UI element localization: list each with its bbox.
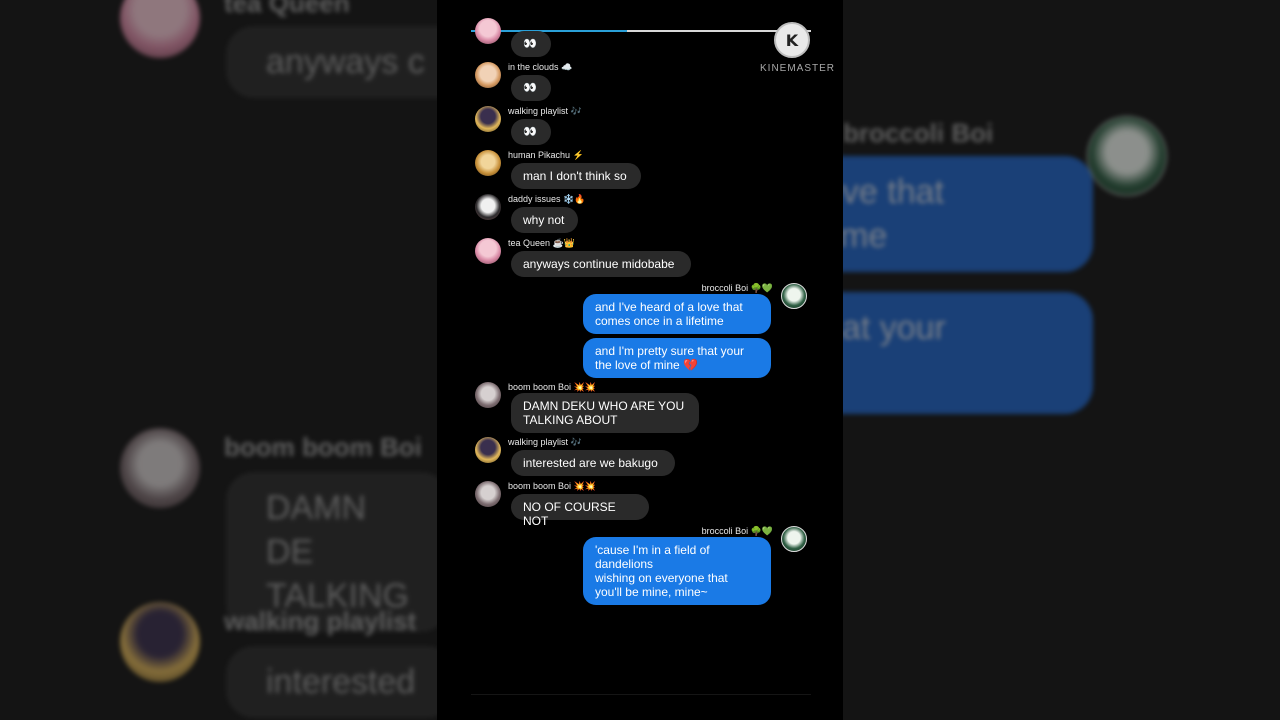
background-avatar xyxy=(120,428,200,508)
avatar xyxy=(475,437,501,463)
message-bubble: man I don't think so xyxy=(511,163,641,189)
background-bubble: interested xyxy=(226,646,437,718)
message-bubble: anyways continue midobabe xyxy=(511,251,691,277)
username: broccoli Boi 🌳💚 xyxy=(701,283,773,293)
avatar xyxy=(475,382,501,408)
message-bubble: and I've heard of a love that comes once… xyxy=(583,294,771,334)
avatar xyxy=(475,62,501,88)
username: walking playlist 🎶 xyxy=(508,437,582,447)
background-username: boom boom Boi xyxy=(224,432,422,462)
background-bubble: anyways c xyxy=(226,26,437,98)
username: tea Queen ☕👑 xyxy=(508,238,575,248)
background-avatar xyxy=(120,602,200,682)
kinemaster-watermark: KINEMASTER xyxy=(760,63,836,74)
message-bubble: why not xyxy=(511,207,578,233)
username: daddy issues ❄️🔥 xyxy=(508,194,586,204)
background-bubble: hat your xyxy=(843,292,1093,414)
background-bubble: ove that time xyxy=(843,156,1093,272)
message-bubble: 👀 xyxy=(511,119,551,145)
message-bubble: interested are we bakugo xyxy=(511,450,675,476)
avatar xyxy=(475,194,501,220)
avatar xyxy=(475,18,501,44)
username: boom boom Boi 💥💥 xyxy=(508,382,596,392)
avatar xyxy=(475,106,501,132)
avatar xyxy=(475,150,501,176)
background-username: broccoli Boi xyxy=(843,118,994,148)
chat-screen: K KINEMASTER 👀 in the clouds ☁️ 👀 walkin… xyxy=(437,0,843,720)
blurred-background-right: broccoli Boi ove that time hat your xyxy=(843,0,1280,720)
kinemaster-logo-icon: K xyxy=(774,22,810,58)
avatar xyxy=(781,526,807,552)
avatar xyxy=(475,481,501,507)
message-bubble: 'cause I'm in a field of dandelions wish… xyxy=(583,537,771,605)
username: boom boom Boi 💥💥 xyxy=(508,481,596,491)
message-bubble: 👀 xyxy=(511,31,551,57)
username: in the clouds ☁️ xyxy=(508,62,573,72)
background-avatar xyxy=(1087,116,1167,196)
username: walking playlist 🎶 xyxy=(508,106,582,116)
message-bubble: 👀 xyxy=(511,75,551,101)
username: broccoli Boi 🌳💚 xyxy=(701,526,773,536)
message-bubble: DAMN DEKU WHO ARE YOU TALKING ABOUT xyxy=(511,393,699,433)
username: human Pikachu ⚡ xyxy=(508,150,584,160)
message-bubble: and I'm pretty sure that your the love o… xyxy=(583,338,771,378)
background-username: walking playlist xyxy=(224,606,417,636)
avatar xyxy=(475,238,501,264)
background-username: tea Queen xyxy=(224,0,350,18)
divider xyxy=(471,694,811,695)
message-bubble: NO OF COURSE NOT xyxy=(511,494,649,528)
background-avatar xyxy=(120,0,200,58)
avatar xyxy=(781,283,807,309)
blurred-background-left: tea Queen anyways c boom boom Boi DAMN D… xyxy=(0,0,437,720)
